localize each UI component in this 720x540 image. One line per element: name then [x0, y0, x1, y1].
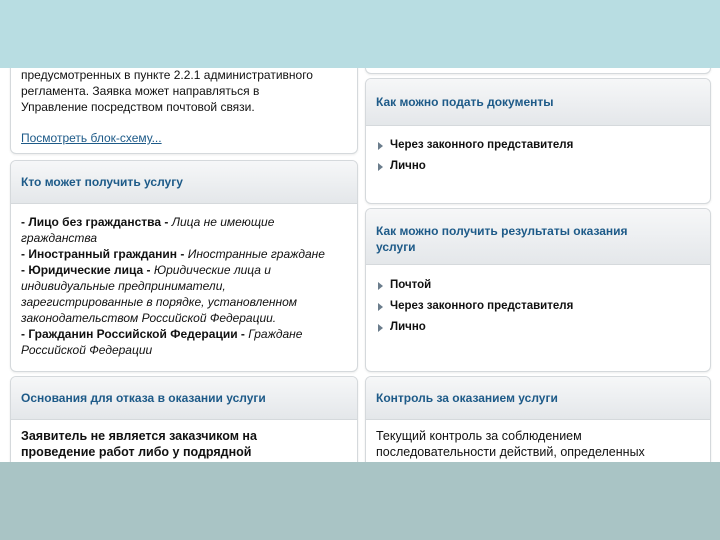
refusal-text-line: Заявитель не является заказчиком на: [21, 429, 257, 443]
obtain-results-title-line: Как можно получить результаты оказания: [376, 224, 628, 238]
service-page: предусмотренных в пункте 2.2.1 администр…: [0, 68, 720, 462]
procedure-text-line: предусмотренных в пункте 2.2.1 администр…: [21, 68, 313, 82]
refusal-text-line: проведение работ либо у подрядной: [21, 445, 252, 459]
who-can-receive-card: Кто может получить услугу - Лицо без гра…: [10, 160, 358, 372]
obtain-results-card: Как можно получить результаты оказания у…: [365, 208, 711, 372]
top-banner: [0, 0, 720, 68]
procedure-text-line: регламента. Заявка может направляться в: [21, 84, 260, 98]
arrow-right-icon: [378, 282, 383, 290]
arrow-right-icon: [378, 142, 383, 150]
previous-card-stub: [365, 68, 711, 74]
control-text-line: Текущий контроль за соблюдением: [376, 429, 582, 443]
submit-option-representative[interactable]: Через законного представителя: [374, 135, 700, 156]
submit-option-in-person[interactable]: Лично: [374, 156, 700, 177]
who-line: Российской Федерации: [21, 343, 153, 357]
who-line: законодательством Российской Федерации.: [21, 311, 277, 325]
service-control-title: Контроль за оказанием услуги: [366, 377, 710, 420]
arrow-right-icon: [378, 163, 383, 171]
result-option-representative[interactable]: Через законного представителя: [374, 296, 700, 317]
submit-documents-card: Как можно подать документы Через законно…: [365, 78, 711, 204]
obtain-results-title: Как можно получить результаты оказания у…: [366, 209, 710, 265]
arrow-right-icon: [378, 324, 383, 332]
procedure-text-line: Управление посредством почтовой связи.: [21, 100, 255, 114]
refusal-grounds-card: Основания для отказа в оказании услуги З…: [10, 376, 358, 462]
who-can-receive-title: Кто может получить услугу: [11, 161, 357, 204]
who-line: - Иностранный гражданин - Иностранные гр…: [21, 247, 325, 261]
submit-documents-title: Как можно подать документы: [366, 79, 710, 126]
who-line: гражданства: [21, 231, 98, 245]
arrow-right-icon: [378, 303, 383, 311]
result-option-in-person[interactable]: Лично: [374, 317, 700, 338]
control-text-line: последовательности действий, определенны…: [376, 445, 645, 459]
who-line: зарегистрированные в порядке, установлен…: [21, 295, 298, 309]
refusal-grounds-title: Основания для отказа в оказании услуги: [11, 377, 357, 420]
who-line: - Гражданин Российской Федерации - Гражд…: [21, 327, 303, 341]
obtain-results-title-line: услуги: [376, 240, 416, 254]
bottom-banner: [0, 462, 720, 540]
who-line: - Юридические лица - Юридические лица и: [21, 263, 271, 277]
who-line: - Лицо без гражданства - Лица не имеющие: [21, 215, 275, 229]
procedure-card: предусмотренных в пункте 2.2.1 администр…: [10, 68, 358, 154]
who-line: индивидуальные предприниматели,: [21, 279, 226, 293]
result-option-mail[interactable]: Почтой: [374, 275, 700, 296]
service-control-card: Контроль за оказанием услуги Текущий кон…: [365, 376, 711, 462]
view-flowchart-link[interactable]: Посмотреть блок-схему...: [21, 131, 162, 145]
